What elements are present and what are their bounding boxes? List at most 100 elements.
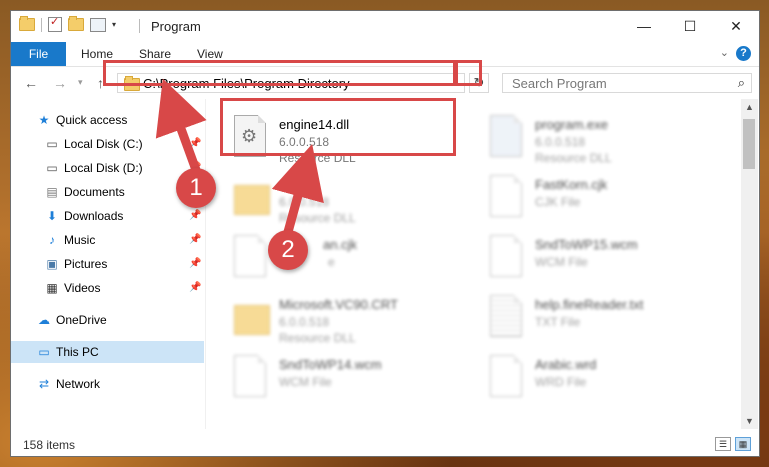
navigation-pane: ★ Quick access ▭ Local Disk (C:) 📌 ▭ Loc… (11, 99, 205, 429)
file-version: 6.0.0.518 (279, 195, 330, 209)
search-box[interactable]: Search Program ⌕ (502, 73, 752, 93)
sidebar-item-documents[interactable]: ▤ Documents 📌 (11, 181, 204, 203)
sidebar-item-downloads[interactable]: ⬇ Downloads 📌 (11, 205, 204, 227)
file-type: WRD File (535, 375, 587, 389)
scroll-up-icon[interactable]: ▲ (745, 102, 754, 112)
computer-icon: ▭ (38, 345, 50, 359)
file-name: an.cjk (323, 237, 357, 252)
sidebar-item-label: Quick access (56, 113, 128, 127)
toolbar-separator (41, 17, 42, 32)
sidebar-item-label: Downloads (64, 209, 124, 223)
sidebar-item-label: This PC (56, 345, 99, 359)
sidebar-item-onedrive[interactable]: ☁ OneDrive (11, 309, 204, 331)
sidebar-item-local-disk-c[interactable]: ▭ Local Disk (C:) 📌 (11, 133, 204, 155)
file-item-help-finereader-txt[interactable]: help.fineReader.txt TXT File (484, 289, 714, 349)
file-item-sndtowp14-wcm[interactable]: SndToWP14.wcm WCM File (228, 349, 458, 409)
file-type: Resource DLL (279, 331, 356, 345)
sidebar-item-local-disk-d[interactable]: ▭ Local Disk (D:) 📌 (11, 157, 204, 179)
scroll-down-icon[interactable]: ▼ (745, 416, 754, 426)
maximize-button[interactable]: ☐ (667, 11, 713, 42)
sidebar-item-label: Local Disk (D:) (64, 161, 143, 175)
expand-ribbon-icon[interactable]: ⌄ (720, 46, 729, 59)
file-name: help.fineReader.txt (535, 297, 644, 312)
sidebar-item-network[interactable]: ⇄ Network (11, 373, 204, 395)
file-type: Resource DLL (279, 211, 356, 225)
step-badge-2: 2 (268, 230, 308, 270)
file-name: ei (279, 177, 290, 192)
pin-icon[interactable]: 📌 (189, 229, 201, 251)
file-type: WCM File (279, 375, 332, 389)
help-button[interactable]: ? (736, 46, 751, 61)
title-separator (139, 19, 140, 33)
file-item-arabic-wrd[interactable]: Arabic.wrd WRD File (484, 349, 714, 409)
vertical-scrollbar[interactable]: ▲ ▼ (741, 99, 758, 429)
forward-arrow-icon[interactable]: → (53, 75, 67, 91)
file-item-sndtowp15-wcm[interactable]: SndToWP15.wcm WCM File (484, 229, 714, 289)
pin-icon[interactable]: 📌 (189, 205, 201, 227)
search-placeholder[interactable]: Search Program (512, 76, 607, 91)
large-icons-view-icon[interactable]: ▦ (735, 437, 751, 451)
pin-icon[interactable]: 📌 (189, 253, 201, 275)
quick-access-toolbar: ▾ (19, 15, 116, 32)
back-arrow-icon[interactable]: ← (24, 75, 38, 91)
item-count: 158 items (23, 438, 76, 452)
pictures-icon: ▣ (46, 257, 58, 271)
folder-icon[interactable] (19, 16, 35, 31)
tab-file[interactable]: File (11, 42, 66, 66)
scroll-thumb[interactable] (743, 119, 755, 169)
refresh-highlight-box (455, 60, 482, 86)
pin-icon[interactable]: 📌 (189, 277, 201, 299)
file-name: program.exe (535, 117, 608, 132)
network-icon: ⇄ (38, 377, 50, 391)
sidebar-item-music[interactable]: ♪ Music 📌 (11, 229, 204, 251)
sidebar-item-label: Network (56, 377, 101, 391)
file-icon (490, 175, 530, 221)
videos-icon: ▦ (46, 281, 58, 295)
file-version: 6.0.0.518 (279, 315, 330, 329)
file-type: CJK File (535, 195, 581, 209)
properties-check-icon[interactable] (48, 15, 62, 32)
file-highlight-box (220, 98, 456, 156)
folder-icon (234, 175, 274, 221)
sidebar-item-label: OneDrive (56, 313, 107, 327)
sidebar-item-quick-access[interactable]: ★ Quick access (11, 109, 204, 131)
search-icon[interactable]: ⌕ (738, 75, 745, 91)
file-item-fastkorn-cjk[interactable]: FastKorn.cjk CJK File (484, 169, 714, 229)
cloud-icon: ☁ (38, 313, 50, 327)
file-name: Arabic.wrd (535, 357, 597, 372)
download-icon: ⬇ (46, 209, 58, 223)
file-icon (490, 355, 530, 401)
sidebar-item-videos[interactable]: ▦ Videos 📌 (11, 277, 204, 299)
file-name: SndToWP15.wcm (535, 237, 638, 252)
new-folder-icon[interactable] (68, 16, 84, 31)
title-bar: ▾ Program — ☐ ✕ (11, 11, 759, 42)
sidebar-item-pictures[interactable]: ▣ Pictures 📌 (11, 253, 204, 275)
drive-icon: ▭ (46, 161, 58, 175)
file-type: Resource DLL (535, 151, 612, 165)
close-button[interactable]: ✕ (713, 11, 759, 42)
minimize-button[interactable]: — (621, 11, 667, 42)
file-item-microsoft-vc90-crt[interactable]: Microsoft.VC90.CRT 6.0.0.518 Resource DL… (228, 289, 458, 349)
customize-dropdown-icon[interactable]: ▾ (112, 20, 116, 29)
status-bar: 158 items ☰ ▦ (11, 433, 759, 456)
music-icon: ♪ (49, 233, 55, 247)
sidebar-item-label: Pictures (64, 257, 108, 271)
properties-icon[interactable] (90, 17, 106, 32)
step-badge-1: 1 (176, 168, 216, 208)
file-item-program-exe[interactable]: program.exe 6.0.0.518 Resource DLL (484, 109, 714, 169)
file-type: TXT File (535, 315, 581, 329)
details-view-icon[interactable]: ☰ (715, 437, 731, 451)
file-item-folder[interactable]: ei 6.0.0.518 Resource DLL (228, 169, 458, 229)
recent-locations-icon[interactable]: ▾ (78, 77, 83, 88)
pin-icon[interactable]: 📌 (189, 133, 201, 155)
file-name: FastKorn.cjk (535, 177, 608, 192)
file-item-cjk[interactable]: an.cjk e (228, 229, 458, 289)
file-icon (490, 235, 530, 281)
file-version: 6.0.0.518 (535, 135, 586, 149)
folder-icon (234, 295, 274, 341)
window-controls: — ☐ ✕ (621, 11, 759, 42)
file-type: WCM File (535, 255, 588, 269)
sidebar-item-this-pc[interactable]: ▭ This PC (11, 341, 204, 363)
star-icon: ★ (38, 113, 50, 127)
documents-icon: ▤ (46, 185, 58, 199)
